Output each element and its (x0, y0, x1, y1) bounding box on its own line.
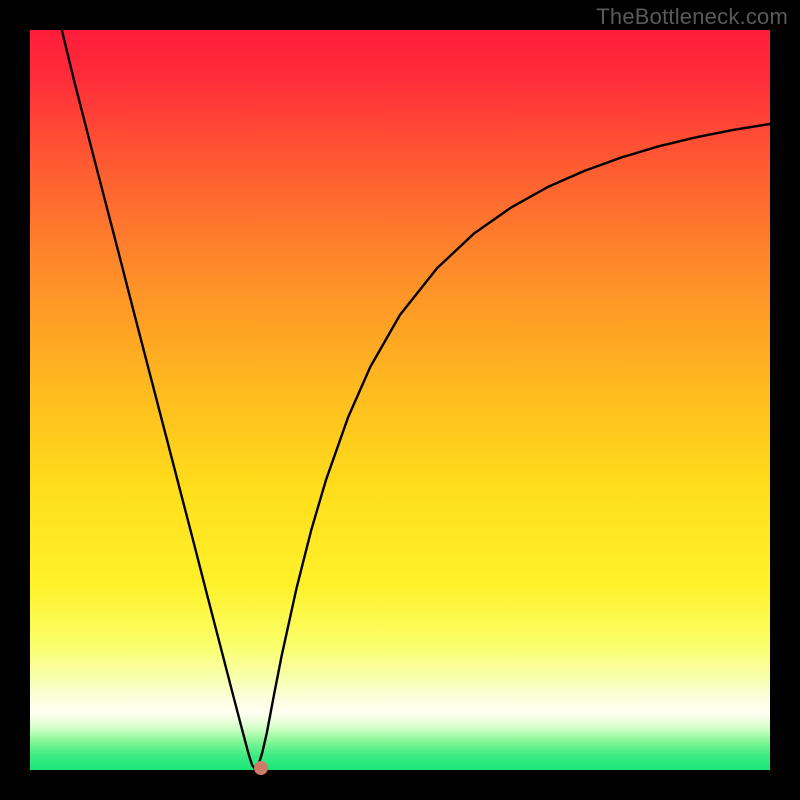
plot-frame (30, 30, 770, 770)
watermark-text: TheBottleneck.com (596, 4, 788, 30)
optimum-marker (254, 761, 268, 775)
bottleneck-curve (30, 30, 770, 770)
